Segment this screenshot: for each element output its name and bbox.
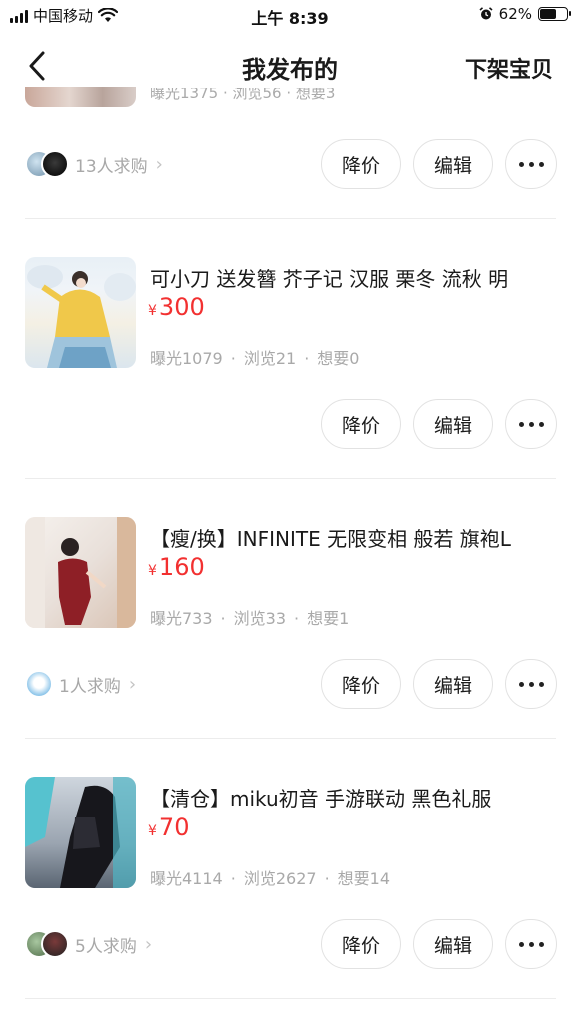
want-count: 想要0 [317,349,360,368]
reduce-price-button[interactable]: 降价 [321,139,401,189]
chevron-right-icon: › [155,153,163,175]
alarm-icon [479,7,493,20]
delist-button[interactable]: 下架宝贝 [465,52,553,84]
avatar [25,670,53,698]
price-value: 160 [158,553,205,581]
want-count: 想要1 [307,609,350,628]
view-count: 浏览33 [233,609,287,628]
status-right: 62% [479,5,571,23]
hanfu-photo [27,265,136,368]
item-stats-partial: 曝光1375 · 浏览56 · 想要3 [150,88,336,102]
miku-photo [25,777,136,888]
more-icon [518,161,544,167]
item-actions-row: 13人求购 › 降价 编辑 [0,139,580,191]
buyers-count: 5人求购 [75,936,137,957]
item-stats: 曝光1079 · 浏览21 · 想要0 [150,345,359,369]
listing-item[interactable]: 可小刀 送发簪 芥子记 汉服 栗冬 流秋 明 ¥300 曝光1079 · 浏览21 ·… [0,257,580,372]
qipao-photo [25,517,136,628]
view-count: 浏览21 [243,349,297,368]
battery-percent: 62% [498,5,532,23]
item-actions-row: 1人求购 › 降价 编辑 [0,659,580,711]
exposure-count: 曝光733 [150,609,213,628]
price-value: 300 [158,293,205,321]
chevron-right-icon: › [144,933,153,955]
buyer-avatars [25,150,69,178]
buyer-avatars [25,670,53,698]
item-thumbnail [25,257,136,368]
divider [25,478,556,479]
price-value: 70 [158,813,190,841]
edit-button[interactable]: 编辑 [413,399,493,449]
separator: · [230,349,236,368]
item-stats: 曝光4114 · 浏览2627 · 想要14 [150,865,390,889]
item-thumbnail-partial[interactable] [25,87,136,107]
buyers-link[interactable]: 5人求购 › [25,930,152,958]
reduce-price-button[interactable]: 降价 [321,399,401,449]
listing-item[interactable]: 【清仓】miku初音 手游联动 黑色礼服 ¥70 曝光4114 · 浏览2627 · 想… [0,777,580,892]
item-title: 可小刀 送发簪 芥子记 汉服 栗冬 流秋 明 [150,267,509,291]
separator: · [220,609,226,628]
reduce-price-button[interactable]: 降价 [321,659,401,709]
divider [25,998,556,999]
more-button[interactable] [505,399,557,449]
status-bar: 中国移动 上午 8:39 62% [0,0,580,30]
battery-icon [538,7,571,21]
item-price: ¥300 [148,293,205,321]
edit-button[interactable]: 编辑 [413,919,493,969]
want-count: 想要14 [337,869,391,888]
divider [25,738,556,739]
currency-symbol: ¥ [148,823,157,839]
more-button[interactable] [505,139,557,189]
chevron-right-icon: › [128,673,137,695]
item-thumbnail [25,517,136,628]
avatar [41,930,69,958]
item-price: ¥160 [148,553,205,581]
item-title: 【瘦/换】INFINITE 无限变相 般若 旗袍L [150,527,511,551]
buyer-avatars [25,930,69,958]
exposure-count: 曝光4114 [150,869,223,888]
reduce-price-button[interactable]: 降价 [321,919,401,969]
divider [25,218,556,219]
battery-level [540,9,557,19]
more-button[interactable] [505,919,557,969]
item-actions-row: 降价 编辑 [0,399,580,451]
avatar [41,150,69,178]
separator: · [324,869,330,888]
exposure-count: 曝光1079 [150,349,223,368]
more-icon [518,941,544,947]
currency-symbol: ¥ [148,303,157,319]
separator: · [230,869,236,888]
item-title: 【清仓】miku初音 手游联动 黑色礼服 [150,787,492,811]
more-button[interactable] [505,659,557,709]
currency-symbol: ¥ [148,563,157,579]
listing-item[interactable]: 【瘦/换】INFINITE 无限变相 般若 旗袍L ¥160 曝光733 · 浏览3… [0,517,580,632]
edit-button[interactable]: 编辑 [413,659,493,709]
buyers-count: 1人求购 [59,676,121,697]
view-count: 浏览2627 [243,869,317,888]
edit-button[interactable]: 编辑 [413,139,493,189]
buyers-link[interactable]: 13人求购 › [25,150,163,178]
item-stats: 曝光733 · 浏览33 · 想要1 [150,605,349,629]
more-icon [518,421,544,427]
more-icon [518,681,544,687]
buyers-count: 13人求购 [75,156,148,177]
item-actions-row: 5人求购 › 降价 编辑 [0,919,580,971]
item-thumbnail [25,777,136,888]
separator: · [304,349,310,368]
buyers-link[interactable]: 1人求购 › [25,670,136,698]
separator: · [294,609,300,628]
item-price: ¥70 [148,813,189,841]
